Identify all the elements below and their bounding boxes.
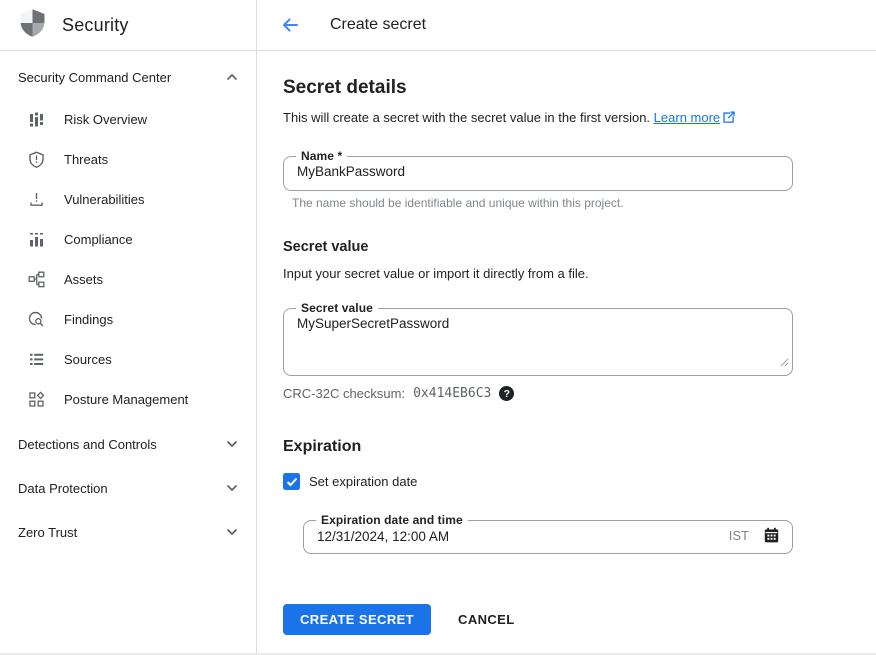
secret-value-textarea[interactable]: MySuperSecretPassword (296, 315, 780, 361)
secret-value-field: Secret value MySuperSecretPassword (283, 301, 793, 376)
checksum-row: CRC-32C checksum: 0x414EB6C3 ? (283, 386, 876, 401)
create-secret-form: Secret details This will create a secret… (257, 51, 876, 635)
secret-value-heading: Secret value (283, 239, 876, 255)
nav-section-label: Data Protection (18, 481, 108, 496)
sidebar-item-vulnerabilities[interactable]: Vulnerabilities (0, 179, 256, 219)
sidebar-item-risk-overview[interactable]: Risk Overview (0, 99, 256, 139)
chevron-down-icon (226, 484, 238, 492)
nav-section-label: Security Command Center (18, 70, 171, 85)
chevron-down-icon (226, 528, 238, 536)
sidebar-item-findings[interactable]: Findings (0, 299, 256, 339)
calendar-icon[interactable] (763, 527, 780, 544)
nav-section-detections-and-controls[interactable]: Detections and Controls (0, 422, 256, 466)
expiration-heading: Expiration (283, 438, 876, 456)
threats-shield-icon (28, 151, 45, 168)
back-arrow-button[interactable] (278, 13, 302, 37)
name-field-helper: The name should be identifiable and uniq… (292, 196, 876, 210)
nav-section-label: Detections and Controls (18, 437, 157, 452)
learn-more-link[interactable]: Learn more (654, 110, 735, 125)
expiration-date-field: Expiration date and time IST (303, 513, 793, 554)
sidebar-nav: Security Command Center Risk Overview (0, 51, 256, 554)
page-title: Create secret (330, 16, 426, 34)
sidebar-item-compliance[interactable]: Compliance (0, 219, 256, 259)
name-field-label: Name * (296, 149, 347, 163)
checksum-value: 0x414EB6C3 (413, 386, 491, 401)
expiration-date-input[interactable] (316, 528, 729, 544)
timezone-label: IST (729, 528, 749, 543)
secret-details-heading: Secret details (283, 77, 876, 99)
sidebar-item-label: Posture Management (64, 392, 188, 407)
help-icon[interactable]: ? (499, 386, 514, 401)
sidebar-item-threats[interactable]: Threats (0, 139, 256, 179)
open-in-new-icon (722, 111, 735, 127)
secret-details-description: This will create a secret with the secre… (283, 110, 876, 127)
expiration-date-field-label: Expiration date and time (316, 513, 468, 527)
secret-value-field-label: Secret value (296, 301, 378, 315)
sidebar-header: Security (0, 0, 256, 51)
nav-section-security-command-center[interactable]: Security Command Center (0, 55, 256, 99)
secret-value-description: Input your secret value or import it dir… (283, 266, 876, 281)
sources-icon (28, 351, 45, 368)
name-input[interactable] (296, 163, 780, 179)
sidebar-item-assets[interactable]: Assets (0, 259, 256, 299)
findings-icon (28, 311, 45, 328)
sidebar-item-label: Vulnerabilities (64, 192, 144, 207)
sidebar-item-label: Assets (64, 272, 103, 287)
set-expiration-checkbox-label: Set expiration date (309, 474, 417, 489)
checkbox-checked-icon[interactable] (283, 473, 300, 490)
checksum-label: CRC-32C checksum: (283, 386, 405, 401)
nav-section-zero-trust[interactable]: Zero Trust (0, 510, 256, 554)
nav-section-data-protection[interactable]: Data Protection (0, 466, 256, 510)
sidebar-item-label: Findings (64, 312, 113, 327)
sidebar-item-label: Threats (64, 152, 108, 167)
sidebar-item-posture-management[interactable]: Posture Management (0, 379, 256, 419)
form-actions: CREATE SECRET CANCEL (283, 604, 876, 635)
chevron-up-icon (226, 73, 238, 81)
risk-overview-icon (28, 111, 45, 128)
main-panel: Create secret Secret details This will c… (257, 0, 876, 653)
set-expiration-checkbox-row[interactable]: Set expiration date (283, 473, 876, 490)
sidebar-item-sources[interactable]: Sources (0, 339, 256, 379)
vulnerabilities-icon (28, 191, 45, 208)
security-shield-logo-icon (17, 6, 48, 45)
name-field-wrap: Name * The name should be identifiable a… (283, 149, 876, 210)
name-field: Name * (283, 149, 793, 191)
app-title: Security (62, 15, 129, 36)
nav-section-label: Zero Trust (18, 525, 77, 540)
expiration-date-inner: IST (316, 527, 780, 544)
compliance-icon (28, 231, 45, 248)
create-secret-button[interactable]: CREATE SECRET (283, 604, 431, 635)
sidebar-item-label: Compliance (64, 232, 133, 247)
chevron-down-icon (226, 440, 238, 448)
sidebar: Security Security Command Center (0, 0, 257, 653)
sidebar-item-label: Sources (64, 352, 112, 367)
sidebar-item-label: Risk Overview (64, 112, 147, 127)
posture-management-icon (28, 391, 45, 408)
page-header: Create secret (257, 0, 876, 51)
cancel-button[interactable]: CANCEL (458, 612, 515, 627)
resize-handle-icon[interactable] (780, 354, 789, 372)
assets-icon (28, 271, 45, 288)
security-app-window: Security Security Command Center (0, 0, 876, 655)
